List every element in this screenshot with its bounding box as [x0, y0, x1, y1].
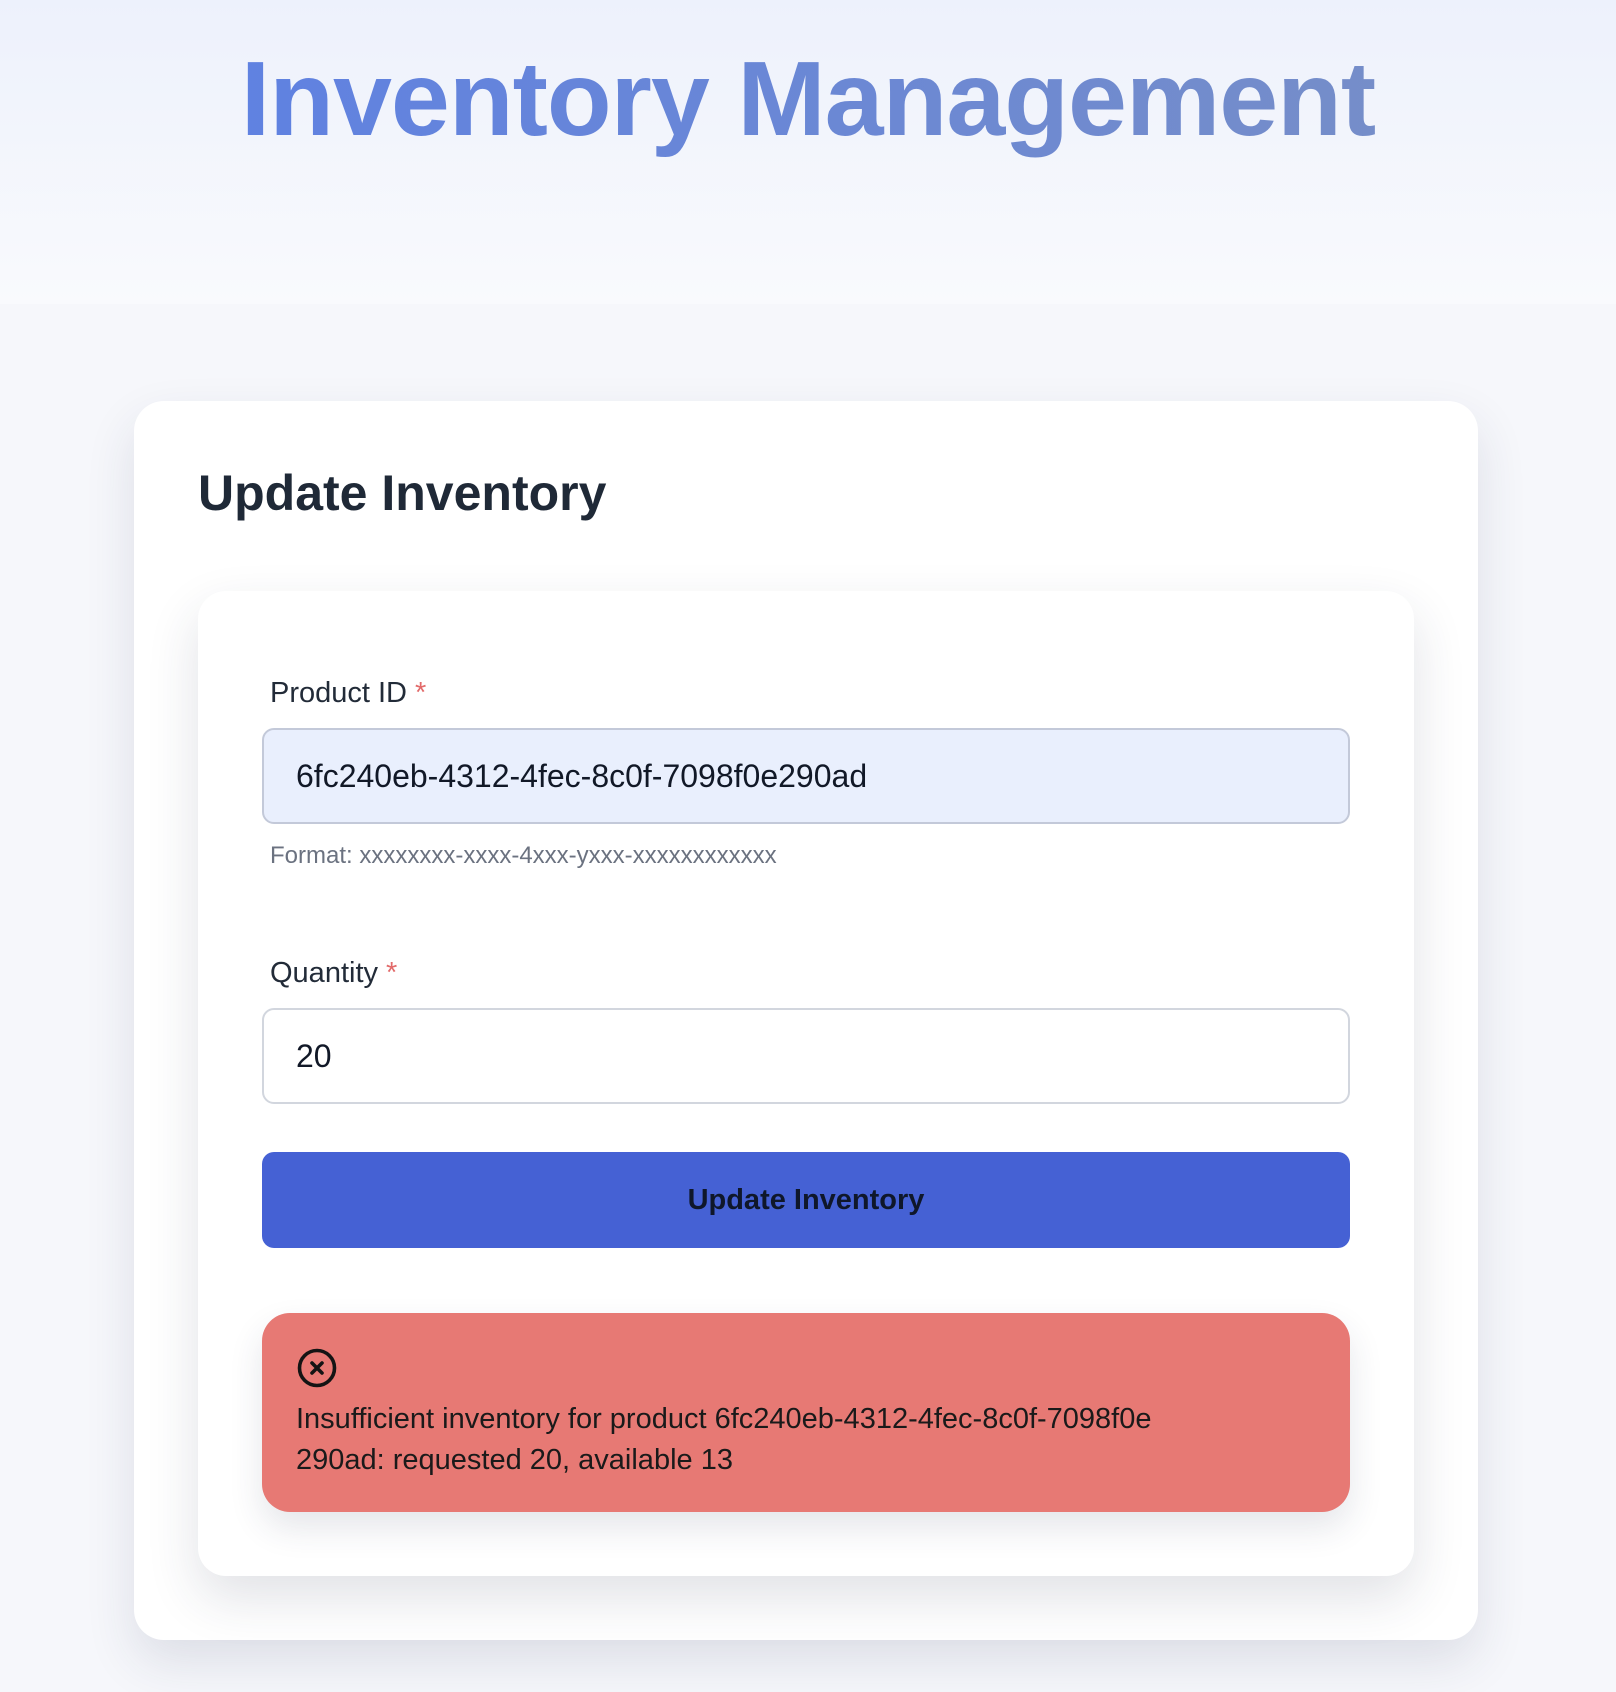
- product-id-label: Product ID *: [270, 675, 426, 711]
- product-id-label-text: Product ID: [270, 677, 407, 709]
- quantity-input[interactable]: [262, 1008, 1350, 1104]
- error-message: Insufficient inventory for product 6fc24…: [296, 1403, 1152, 1476]
- required-indicator: *: [386, 957, 398, 989]
- error-alert: Insufficient inventory for product 6fc24…: [262, 1313, 1350, 1512]
- update-inventory-button[interactable]: Update Inventory: [262, 1152, 1350, 1248]
- update-inventory-form: Product ID* Format: xxxxxxxx-xxxx-4xxx-y…: [198, 591, 1414, 1576]
- required-indicator: *: [415, 677, 427, 709]
- section-title: Update Inventory: [198, 465, 607, 521]
- quantity-label-text: Quantity: [270, 957, 378, 989]
- update-inventory-card: Update Inventory Product ID* Format: xxx…: [134, 401, 1478, 1640]
- x-circle-icon: [296, 1347, 338, 1389]
- page-header: Inventory Management: [0, 0, 1616, 304]
- product-id-input[interactable]: [262, 728, 1350, 824]
- app-title: Inventory Management: [0, 40, 1616, 158]
- product-id-format-hint: Format: xxxxxxxx-xxxx-4xxx-yxxx-xxxxxxxx…: [270, 842, 777, 869]
- quantity-label: Quantity *: [270, 955, 397, 991]
